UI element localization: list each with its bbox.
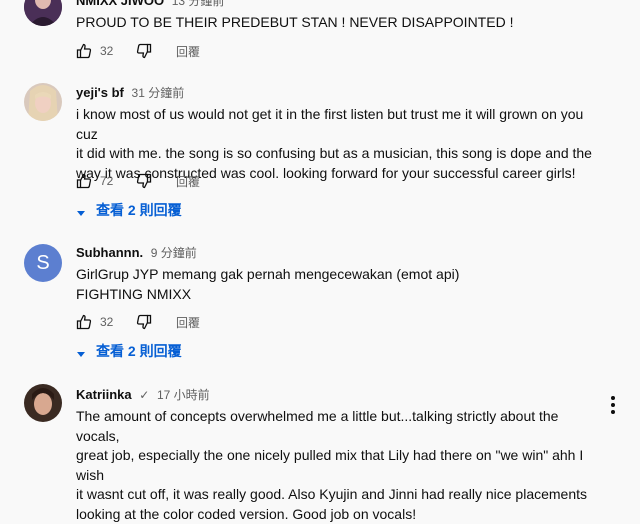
comment-time[interactable]: 17 小時前 bbox=[157, 388, 210, 402]
thumbs-down-icon[interactable] bbox=[136, 173, 152, 189]
view-replies-button[interactable]: 查看 2 則回覆 bbox=[76, 200, 182, 220]
thumbs-up-icon[interactable] bbox=[76, 43, 92, 59]
comment-author[interactable]: Katriinka bbox=[76, 387, 132, 402]
reply-button[interactable]: 回覆 bbox=[176, 173, 200, 190]
view-replies-button[interactable]: 查看 2 則回覆 bbox=[76, 341, 182, 361]
avatar-letter: S bbox=[36, 251, 50, 274]
comment-author[interactable]: NMIXX JIWOO bbox=[76, 0, 164, 8]
like-count: 72 bbox=[100, 174, 114, 188]
comment-text: GirlGrup JYP memang gak pernah mengecewa… bbox=[76, 266, 460, 302]
avatar[interactable]: S bbox=[24, 244, 62, 282]
comment-text: The amount of concepts overwhelmed me a … bbox=[76, 408, 588, 522]
comment-time[interactable]: 13 分鐘前 bbox=[172, 0, 225, 8]
comment-time[interactable]: 31 分鐘前 bbox=[132, 86, 185, 100]
comment-actions: 32 回覆 bbox=[76, 41, 200, 61]
comment-author[interactable]: Subhannn. bbox=[76, 245, 143, 260]
avatar[interactable] bbox=[24, 384, 62, 422]
reply-button[interactable]: 回覆 bbox=[176, 314, 200, 331]
thumbs-down-icon[interactable] bbox=[136, 43, 152, 59]
thumbs-up-icon[interactable] bbox=[76, 173, 92, 189]
like-count: 32 bbox=[100, 315, 114, 329]
like-count: 32 bbox=[100, 44, 114, 58]
view-replies-label: 查看 2 則回覆 bbox=[96, 343, 182, 359]
view-replies-label: 查看 2 則回覆 bbox=[96, 202, 182, 218]
comment-actions: 32 回覆 bbox=[76, 312, 200, 332]
comment-time[interactable]: 9 分鐘前 bbox=[151, 246, 197, 260]
verified-icon: ✓ bbox=[139, 388, 150, 402]
chevron-down-icon bbox=[76, 205, 86, 216]
thumbs-up-icon[interactable] bbox=[76, 314, 92, 330]
thumbs-down-icon[interactable] bbox=[136, 314, 152, 330]
comment-actions: 72 回覆 bbox=[76, 171, 200, 191]
chevron-down-icon bbox=[76, 346, 86, 357]
avatar[interactable] bbox=[24, 83, 62, 121]
comment-author[interactable]: yeji's bf bbox=[76, 85, 124, 100]
reply-button[interactable]: 回覆 bbox=[176, 43, 200, 60]
avatar[interactable] bbox=[24, 0, 62, 26]
more-vert-icon[interactable] bbox=[610, 396, 616, 414]
comment-text: PROUD TO BE THEIR PREDEBUT STAN ! NEVER … bbox=[76, 14, 514, 30]
